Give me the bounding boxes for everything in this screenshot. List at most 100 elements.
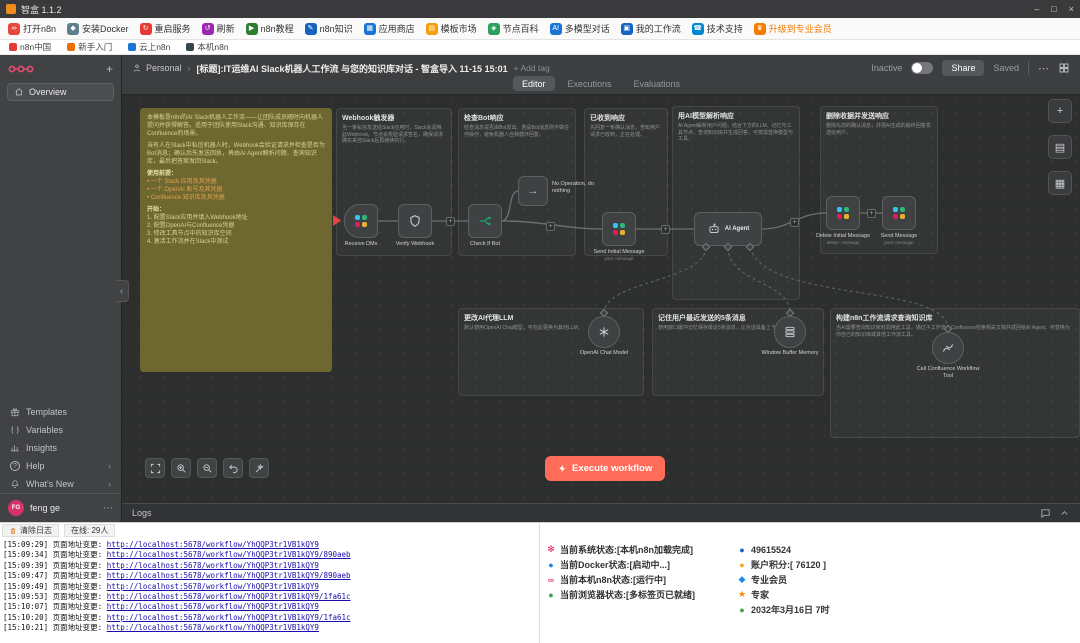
log-timestamp: [15:09:34] bbox=[3, 550, 48, 559]
sidebar-item-label: Variables bbox=[26, 425, 63, 435]
bookmark-item[interactable]: n8n中国 bbox=[9, 41, 51, 53]
add-tag-button[interactable]: + Add tag bbox=[514, 63, 550, 73]
toolbar-button[interactable]: ↺ 刷新 bbox=[202, 22, 235, 35]
log-url-link[interactable]: http://localhost:5678/workflow/YhQQP3tr1… bbox=[107, 550, 351, 559]
chat-bubble-icon[interactable] bbox=[1040, 508, 1051, 519]
sticky-note-line: • 一个 Slack 应用及其凭据 bbox=[147, 178, 325, 186]
bookmark-item[interactable]: 新手入门 bbox=[67, 41, 112, 53]
expand-panel-icon[interactable] bbox=[1059, 508, 1070, 519]
maximize-button[interactable]: □ bbox=[1051, 4, 1056, 14]
toolbar-button-label: 升级到专业会员 bbox=[769, 22, 832, 35]
undo-button[interactable] bbox=[223, 458, 243, 478]
toolbar-button[interactable]: ▦ 应用商店 bbox=[364, 22, 415, 35]
active-toggle[interactable] bbox=[911, 62, 933, 74]
sidebar-item-templates[interactable]: Templates bbox=[0, 403, 121, 421]
minimize-button[interactable]: – bbox=[1034, 4, 1039, 14]
toolbar-button[interactable]: ☎ 技术支持 bbox=[692, 22, 743, 35]
panel-grid-icon[interactable] bbox=[1058, 62, 1070, 74]
add-node-on-edge-button[interactable]: + bbox=[661, 225, 670, 234]
logs-panel-bar[interactable]: Logs bbox=[122, 503, 1080, 522]
node-window-buffer-memory[interactable] bbox=[774, 316, 806, 348]
sidebar-item-help[interactable]: ? Help › bbox=[0, 457, 121, 475]
log-url-link[interactable]: http://localhost:5678/workflow/YhQQP3tr1… bbox=[107, 540, 319, 549]
node-send-message[interactable] bbox=[882, 196, 916, 230]
toolbar-button[interactable]: ▶ n8n教程 bbox=[246, 22, 294, 35]
log-url-link[interactable]: http://localhost:5678/workflow/YhQQP3tr1… bbox=[107, 582, 319, 591]
node-call-confluence-workflow-tool[interactable] bbox=[932, 332, 964, 364]
toolbar-button[interactable]: ◈ 节点百科 bbox=[488, 22, 539, 35]
account-icon: ★ bbox=[737, 589, 747, 600]
log-message: 页面地址变更: bbox=[53, 602, 103, 611]
bookmark-item[interactable]: 云上n8n bbox=[128, 41, 170, 53]
log-line: [15:09:49] 页面地址变更: http://localhost:5678… bbox=[3, 582, 351, 592]
group-ai-parse-response[interactable]: 用AI模型解析响应 AI Agent解析用户问题，结合下方的LLM、记忆与工具节… bbox=[672, 106, 800, 300]
log-line: [15:09:39] 页面地址变更: http://localhost:5678… bbox=[3, 561, 351, 571]
add-sticky-note-button[interactable]: ▤ bbox=[1048, 135, 1072, 159]
add-node-on-edge-button[interactable]: + bbox=[446, 217, 455, 226]
node-panel-button[interactable]: ▦ bbox=[1048, 171, 1072, 195]
toolbar-button-label: 重启服务 bbox=[155, 22, 191, 35]
add-node-button[interactable]: + bbox=[1048, 99, 1072, 123]
user-options-icon[interactable]: ⋯ bbox=[103, 503, 113, 514]
toolbar-button[interactable]: AI 多模型对话 bbox=[550, 22, 610, 35]
sidebar-item-whats-new[interactable]: What's New › bbox=[0, 475, 121, 493]
sidebar-item-insights[interactable]: Insights bbox=[0, 439, 121, 457]
sidebar-item-variables[interactable]: Variables bbox=[0, 421, 121, 439]
group-delete-and-send[interactable]: 删除收据并发送响应 删除先前的确认消息，并把AI生成的最终回答发送给用户。 bbox=[820, 106, 938, 254]
sticky-note[interactable]: 本模板是n8n的AI Slack机器人工作流——让团队成员随时向机器人提问并获得… bbox=[140, 108, 332, 372]
add-node-on-edge-button[interactable]: + bbox=[867, 209, 876, 218]
tab-evaluations[interactable]: Evaluations bbox=[625, 76, 690, 91]
node-delete-initial-message[interactable] bbox=[826, 196, 860, 230]
close-button[interactable]: × bbox=[1069, 4, 1074, 14]
clear-logs-button[interactable]: 清除日志 bbox=[2, 524, 59, 537]
node-no-operation[interactable]: → bbox=[518, 176, 548, 206]
account-text: 49615524 bbox=[751, 545, 791, 555]
toolbar-button[interactable]: ▣ 我的工作流 bbox=[621, 22, 681, 35]
zoom-out-button[interactable] bbox=[197, 458, 217, 478]
account-text: 2032年3月16日 7时 bbox=[751, 603, 830, 616]
tab-editor[interactable]: Editor bbox=[513, 76, 555, 91]
log-url-link[interactable]: http://localhost:5678/workflow/YhQQP3tr1… bbox=[107, 571, 351, 580]
log-url-link[interactable]: http://localhost:5678/workflow/YhQQP3tr1… bbox=[107, 561, 319, 570]
log-url-link[interactable]: http://localhost:5678/workflow/YhQQP3tr1… bbox=[107, 602, 319, 611]
toolbar-button[interactable]: ♛ 升级到专业会员 bbox=[754, 22, 832, 35]
bookmark-item[interactable]: 本机n8n bbox=[186, 41, 228, 53]
sidebar-item-label: What's New bbox=[26, 479, 74, 489]
toolbar-button[interactable]: ◆ 安装Docker bbox=[67, 22, 129, 35]
online-count-badge: 在线: 29人 bbox=[64, 524, 115, 537]
execute-workflow-button[interactable]: Execute workflow bbox=[545, 456, 665, 481]
user-menu[interactable]: FG feng ge ⋯ bbox=[0, 493, 121, 522]
toolbar-button-icon: ▣ bbox=[621, 23, 633, 35]
log-url-link[interactable]: http://localhost:5678/workflow/YhQQP3tr1… bbox=[107, 613, 351, 622]
node-openai-chat-model[interactable] bbox=[588, 316, 620, 348]
node-send-initial-message[interactable] bbox=[602, 212, 636, 246]
node-ai-agent[interactable]: AI Agent bbox=[694, 212, 762, 246]
workflow-title[interactable]: [标题]:IT运维AI Slack机器人工作流 与您的知识库对话 - 智盒导入 … bbox=[197, 62, 508, 75]
add-node-on-edge-button[interactable]: + bbox=[790, 218, 799, 227]
slack-icon bbox=[355, 215, 367, 227]
node-verify-webhook[interactable] bbox=[398, 204, 432, 238]
node-receive-dms[interactable] bbox=[344, 204, 378, 238]
help-icon: ? bbox=[10, 461, 20, 471]
zoom-to-fit-button[interactable] bbox=[145, 458, 165, 478]
sidebar-item-overview[interactable]: Overview bbox=[7, 83, 114, 101]
zoom-in-button[interactable] bbox=[171, 458, 191, 478]
tidy-up-button[interactable] bbox=[249, 458, 269, 478]
toolbar-button[interactable]: ▤ 模板市场 bbox=[426, 22, 477, 35]
tab-executions[interactable]: Executions bbox=[558, 76, 620, 91]
account-text: 账户积分:[ 76120 ] bbox=[751, 558, 826, 571]
share-button[interactable]: Share bbox=[942, 60, 984, 76]
log-url-link[interactable]: http://localhost:5678/workflow/YhQQP3tr1… bbox=[107, 623, 319, 632]
toolbar-button[interactable]: ✎ n8n知识 bbox=[305, 22, 353, 35]
breadcrumb[interactable]: Personal bbox=[132, 63, 182, 73]
node-check-if-bot[interactable] bbox=[468, 204, 502, 238]
toolbar-button[interactable]: ↻ 重启服务 bbox=[140, 22, 191, 35]
toolbar-button-icon: ▶ bbox=[246, 23, 258, 35]
toolbar-button[interactable]: ∞ 打开n8n bbox=[8, 22, 56, 35]
log-url-link[interactable]: http://localhost:5678/workflow/YhQQP3tr1… bbox=[107, 592, 351, 601]
workflow-menu-icon[interactable]: ⋯ bbox=[1038, 62, 1049, 75]
add-node-on-edge-button[interactable]: + bbox=[546, 222, 555, 231]
sidebar-collapse-handle[interactable]: ‹ bbox=[115, 280, 129, 302]
workflow-canvas[interactable]: 本模板是n8n的AI Slack机器人工作流——让团队成员随时向机器人提问并获得… bbox=[122, 95, 1080, 503]
new-workflow-button[interactable]: + bbox=[106, 62, 113, 76]
